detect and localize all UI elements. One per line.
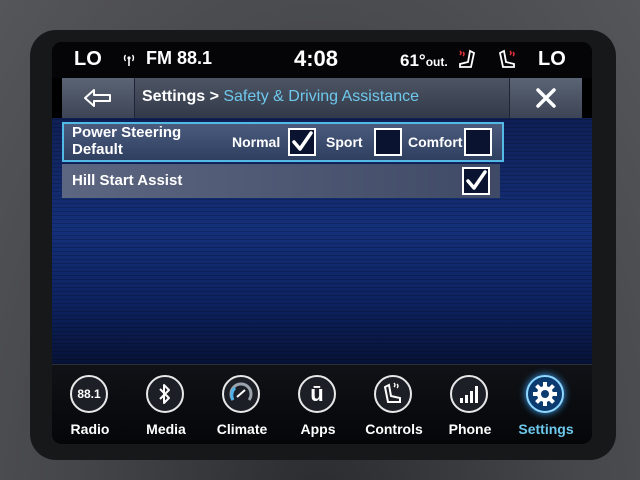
nav-controls[interactable]: Controls <box>356 371 432 443</box>
climate-icon <box>222 375 260 413</box>
checkmark-icon <box>466 170 487 190</box>
phone-signal-icon <box>450 375 488 413</box>
nav-settings-label: Settings <box>518 421 574 437</box>
nav-radio[interactable]: 88.1 Radio <box>52 371 128 443</box>
hill-start-assist-row[interactable]: Hill Start Assist <box>62 164 500 198</box>
bottom-nav-bar: 88.1 Radio Media Climate ū Apps Controls… <box>52 364 592 444</box>
power-steering-row: Power Steering Default Normal Sport Comf… <box>62 122 504 162</box>
power-steering-label-line2: Default <box>72 141 123 158</box>
nav-climate[interactable]: Climate <box>204 371 280 443</box>
power-steering-label: Power Steering Default <box>72 124 181 158</box>
left-fan-level[interactable]: LO <box>74 48 102 71</box>
breadcrumb-current: Safety & Driving Assistance <box>223 88 419 105</box>
radio-icon: 88.1 <box>70 375 108 413</box>
nav-settings[interactable]: Settings <box>508 371 584 443</box>
option-sport-checkbox[interactable] <box>374 128 402 156</box>
radio-icon-text: 88.1 <box>77 387 101 401</box>
power-steering-label-line1: Power Steering <box>72 124 182 141</box>
option-comfort-label: Comfort <box>408 134 463 150</box>
head-unit-screen: LO FM 88.1 4:08 61°out. LO Settings > Sa… <box>52 42 592 444</box>
status-bar: LO FM 88.1 4:08 61°out. LO <box>52 42 592 78</box>
radio-signal-icon <box>122 53 136 67</box>
close-icon <box>536 88 556 108</box>
settings-header: Settings > Safety & Driving Assistance <box>62 78 582 119</box>
nav-media-label: Media <box>146 421 186 437</box>
back-arrow-icon <box>84 89 111 107</box>
heated-seat-driver-icon[interactable] <box>456 49 478 71</box>
hill-start-assist-checkbox[interactable] <box>462 167 490 195</box>
nav-climate-label: Climate <box>216 421 268 437</box>
bluetooth-icon <box>146 375 184 413</box>
gear-icon <box>526 375 564 413</box>
option-normal-label: Normal <box>232 134 281 150</box>
option-comfort-checkbox[interactable] <box>464 128 492 156</box>
back-button[interactable] <box>62 78 135 118</box>
settings-list: Power Steering Default Normal Sport Comf… <box>52 118 592 364</box>
seat-controls-icon <box>374 375 412 413</box>
breadcrumb: Settings > Safety & Driving Assistance <box>142 88 419 106</box>
apps-icon-glyph: ū <box>310 381 324 406</box>
option-sport-label: Sport <box>326 134 363 150</box>
temperature-value: 61° <box>400 51 426 70</box>
nav-controls-label: Controls <box>365 421 423 437</box>
option-normal-checkbox[interactable] <box>288 128 316 156</box>
nav-phone-label: Phone <box>448 421 492 437</box>
temperature-suffix: out. <box>425 55 448 69</box>
heated-seat-passenger-icon[interactable] <box>496 49 518 71</box>
radio-station[interactable]: FM 88.1 <box>146 48 212 69</box>
clock: 4:08 <box>294 46 339 71</box>
nav-phone[interactable]: Phone <box>432 371 508 443</box>
nav-apps[interactable]: ū Apps <box>280 371 356 443</box>
checkmark-icon <box>292 131 313 151</box>
breadcrumb-root[interactable]: Settings > <box>142 88 219 105</box>
nav-media[interactable]: Media <box>128 371 204 443</box>
hill-start-assist-label: Hill Start Assist <box>72 172 183 189</box>
nav-radio-label: Radio <box>70 421 110 437</box>
close-button[interactable] <box>509 78 582 118</box>
right-fan-level[interactable]: LO <box>538 48 566 71</box>
outside-temperature: 61°out. <box>400 51 448 71</box>
nav-apps-label: Apps <box>300 421 336 437</box>
apps-icon: ū <box>298 375 336 413</box>
